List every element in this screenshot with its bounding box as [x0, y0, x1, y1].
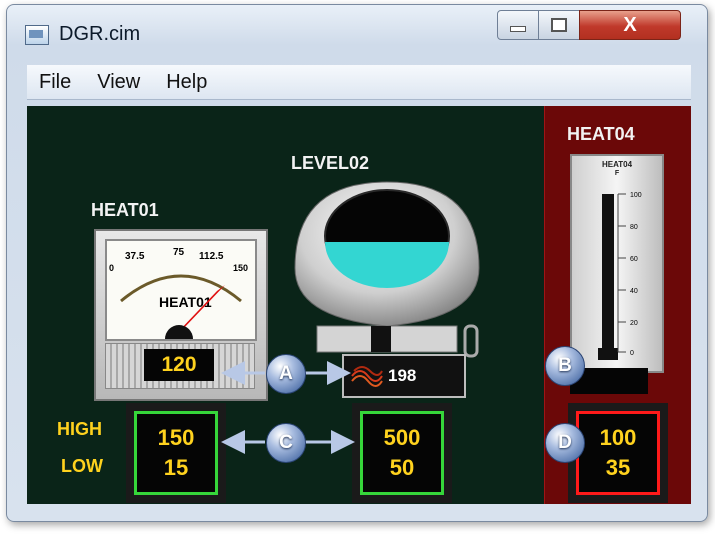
- callout-c: C: [266, 423, 306, 463]
- heat04-thermometer[interactable]: HEAT04 F 100 80 60 40 20 0: [570, 154, 664, 373]
- tick-label: 112.5: [199, 251, 224, 262]
- window-title: DGR.cim: [59, 23, 141, 45]
- scale-label: 40: [630, 288, 638, 295]
- gauge-title: HEAT01: [159, 294, 212, 310]
- low-label: LOW: [61, 456, 103, 476]
- tick-label: 150: [233, 263, 248, 273]
- tank-pipe: [463, 324, 479, 358]
- level02-high: 500: [383, 425, 421, 450]
- callout-b: B: [545, 346, 585, 386]
- maximize-icon: [551, 18, 567, 32]
- close-button[interactable]: X: [579, 10, 681, 40]
- menu-file[interactable]: File: [27, 71, 83, 94]
- heat01-high: 150: [157, 425, 195, 450]
- close-icon: X: [623, 13, 637, 36]
- level02-label: LEVEL02: [291, 153, 370, 173]
- heat04-low: 35: [605, 455, 631, 480]
- level02-limits[interactable]: 500 50: [360, 411, 444, 495]
- level02-tank[interactable]: [287, 178, 487, 358]
- thermo-scale: 100 80 60 40 20 0: [617, 192, 642, 357]
- tick-label: 37.5: [125, 251, 145, 262]
- callout-d: D: [545, 423, 585, 463]
- scale-label: 60: [630, 256, 638, 263]
- level02-readout: 198: [342, 354, 466, 398]
- tank-outlet: [371, 326, 391, 352]
- heat04-high: 100: [599, 425, 637, 450]
- gauge-hub: [165, 325, 193, 339]
- minimize-icon: [510, 26, 526, 32]
- scale-label: 20: [630, 320, 638, 327]
- heat01-limits[interactable]: 150 15: [134, 411, 218, 495]
- level02-low: 50: [389, 455, 415, 480]
- tick-label: 0: [109, 263, 114, 273]
- hmi-canvas: HEAT01 0 37.5 75 112.5 150 HEAT01 120 LE…: [27, 106, 691, 504]
- high-label: HIGH: [57, 419, 102, 439]
- heat01-value: 120: [144, 349, 214, 381]
- app-window: DGR.cim X File View Help HEAT01 0 37.5 7…: [6, 4, 708, 522]
- scale-label: 0: [630, 350, 634, 357]
- scale-label: 80: [630, 224, 638, 231]
- heat01-low: 15: [163, 455, 189, 480]
- menu-help[interactable]: Help: [154, 71, 219, 94]
- minimize-button[interactable]: [497, 10, 539, 40]
- app-icon: [25, 25, 49, 45]
- maximize-button[interactable]: [538, 10, 580, 40]
- level02-value: 198: [388, 366, 417, 385]
- menu-bar: File View Help: [27, 65, 691, 100]
- tick-label: 75: [173, 247, 185, 258]
- heat01-gauge[interactable]: 0 37.5 75 112.5 150 HEAT01 120: [94, 229, 268, 401]
- gauge-face: 0 37.5 75 112.5 150 HEAT01: [105, 239, 257, 341]
- gauge-dial: 0 37.5 75 112.5 150 HEAT01: [109, 247, 248, 339]
- scale-label: 100: [630, 192, 642, 199]
- heat04-label: HEAT04: [567, 124, 635, 144]
- heat04-limits[interactable]: 100 35: [576, 411, 660, 495]
- fire-icon: [351, 366, 383, 387]
- callout-a: A: [266, 354, 306, 394]
- heat01-label: HEAT01: [91, 200, 159, 220]
- menu-view[interactable]: View: [85, 71, 152, 94]
